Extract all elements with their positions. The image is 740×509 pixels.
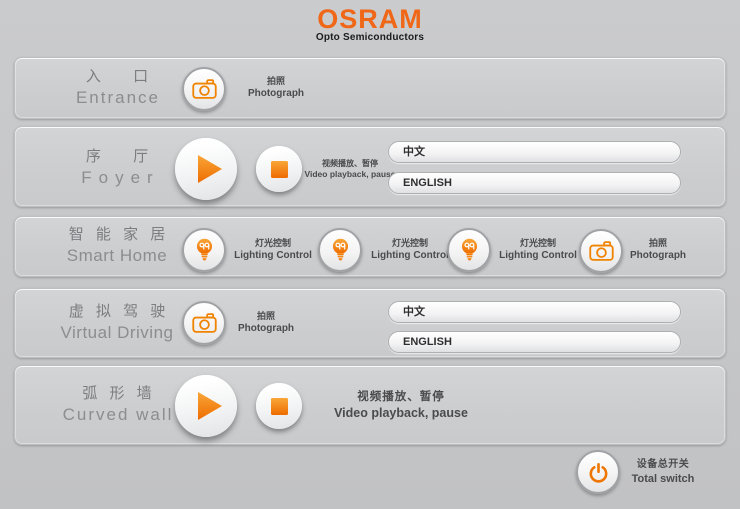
total-switch-label-zh: 设备总开关	[608, 458, 718, 472]
virtual-driving-photo-label: 拍照 Photograph	[206, 310, 326, 335]
virtual-driving-title: 虚 拟 驾 驶 Virtual Driving	[27, 302, 207, 343]
header: OSRAM Opto Semiconductors	[0, 6, 740, 43]
smart-home-photo-label: 拍照 Photograph	[598, 237, 718, 262]
control-panel-screen: OSRAM Opto Semiconductors 入 口 Entrance 拍…	[0, 0, 740, 509]
video-label-zh: 视频播放、暂停	[300, 158, 400, 169]
lighting-label-zh: 灯光控制	[213, 237, 333, 249]
virtual-driving-title-en: Virtual Driving	[27, 322, 207, 343]
smart-home-title-en: Smart Home	[27, 245, 207, 266]
foyer-play-button[interactable]	[175, 138, 237, 200]
photo-label-en: Photograph	[206, 322, 326, 335]
photo-label-zh: 拍照	[216, 75, 336, 87]
lighting-label-1: 灯光控制 Lighting Control	[213, 237, 333, 262]
curved-wall-video-label: 视频播放、暂停 Video playback, pause	[321, 390, 481, 421]
power-icon	[587, 461, 610, 484]
curved-wall-panel: 弧 形 墙 Curved wall 视频播放、暂停 Video playback…	[14, 365, 726, 445]
camera-icon	[192, 79, 217, 99]
lighting-label-en: Lighting Control	[213, 249, 333, 262]
virtual-driving-chinese-button[interactable]: 中文	[388, 301, 681, 323]
photo-label-zh: 拍照	[206, 310, 326, 322]
photo-label-zh: 拍照	[598, 237, 718, 249]
video-label-zh: 视频播放、暂停	[321, 390, 481, 405]
virtual-driving-english-button[interactable]: ENGLISH	[388, 331, 681, 353]
play-icon	[197, 154, 223, 184]
osram-logo: OSRAM	[0, 6, 740, 32]
photo-label-en: Photograph	[598, 249, 718, 262]
total-switch-label: 设备总开关 Total switch	[608, 458, 718, 486]
lightbulb-icon	[195, 238, 214, 262]
entrance-photo-label: 拍照 Photograph	[216, 75, 336, 100]
video-label-en: Video playback, pause	[321, 405, 481, 421]
stop-icon	[271, 398, 288, 415]
curved-wall-play-button[interactable]	[175, 375, 237, 437]
foyer-english-button[interactable]: ENGLISH	[388, 172, 681, 194]
foyer-panel: 序 厅 Foyer 视频播放、暂停 Video playback, pause …	[14, 126, 726, 207]
smart-home-panel: 智 能 家 居 Smart Home 灯光控制 Lighting Cont	[14, 216, 726, 277]
photo-label-en: Photograph	[216, 87, 336, 100]
lightbulb-icon	[460, 238, 479, 262]
logo-subtitle: Opto Semiconductors	[0, 32, 740, 43]
lightbulb-icon	[331, 238, 350, 262]
foyer-stop-button[interactable]	[256, 146, 302, 192]
play-icon	[197, 391, 223, 421]
virtual-driving-panel: 虚 拟 驾 驶 Virtual Driving 拍照 Photograph 中文…	[14, 288, 726, 358]
total-switch-label-en: Total switch	[608, 472, 718, 486]
smart-home-title: 智 能 家 居 Smart Home	[27, 225, 207, 266]
stop-icon	[271, 161, 288, 178]
curved-wall-stop-button[interactable]	[256, 383, 302, 429]
entrance-panel: 入 口 Entrance 拍照 Photograph	[14, 57, 726, 119]
entrance-title: 入 口 Entrance	[27, 67, 207, 108]
video-label-en: Video playback, pause	[300, 169, 400, 180]
foyer-video-label: 视频播放、暂停 Video playback, pause	[300, 158, 400, 180]
foyer-chinese-button[interactable]: 中文	[388, 141, 681, 163]
